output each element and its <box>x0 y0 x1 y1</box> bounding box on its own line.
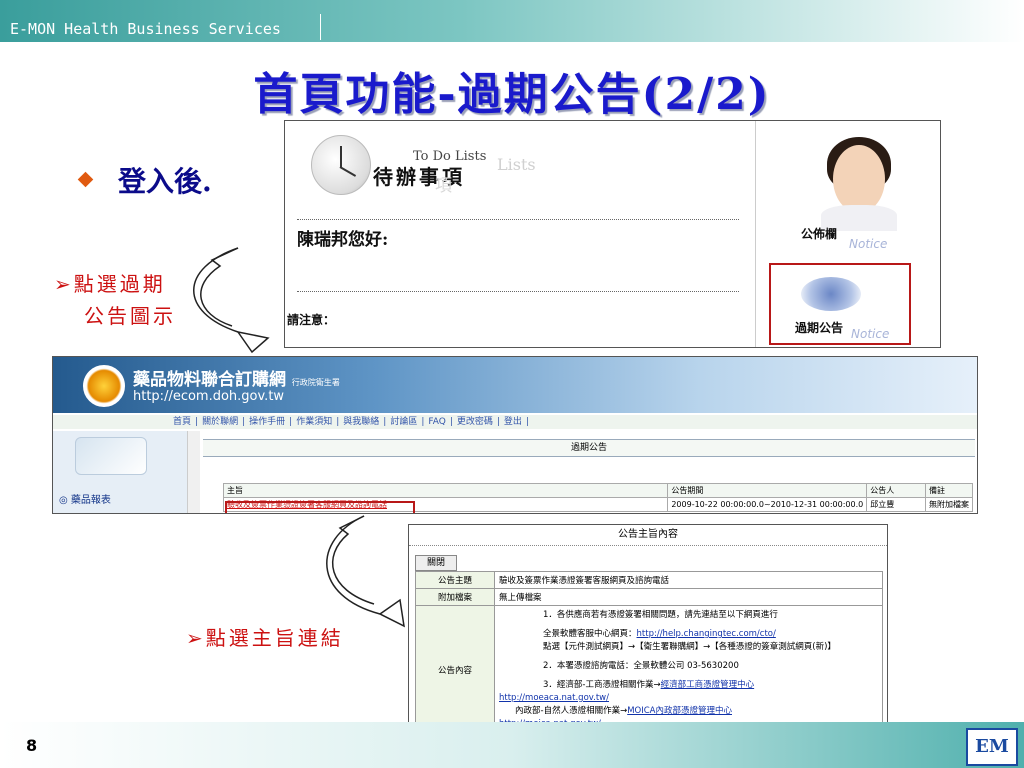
page-number: 8 <box>26 736 38 755</box>
emon-logo-icon: EM <box>966 728 1018 766</box>
footer-band <box>0 722 1024 768</box>
arrow-2 <box>326 515 405 628</box>
curved-arrows <box>193 247 405 628</box>
arrow-1 <box>193 247 270 354</box>
